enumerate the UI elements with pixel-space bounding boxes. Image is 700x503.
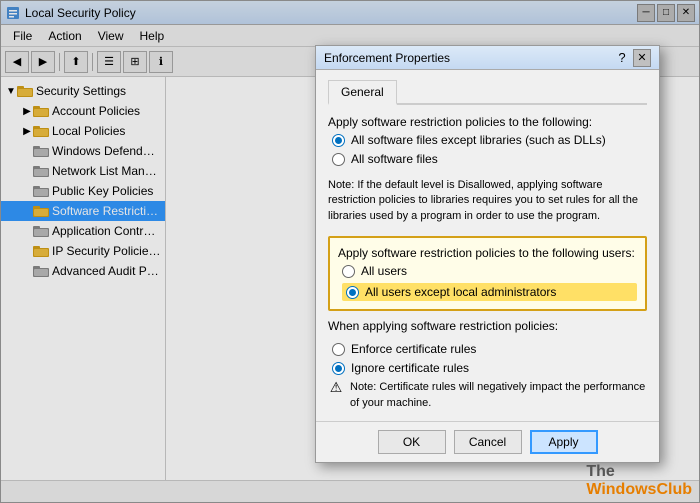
dialog-close-button[interactable]: ✕	[633, 49, 651, 67]
warning-icon: ⚠	[328, 380, 344, 396]
cert-warning-text: Note: Certificate rules will negatively …	[350, 380, 647, 411]
radio-all-except-admins-input[interactable]	[346, 286, 359, 299]
radio-all-except-admins[interactable]: All users except local administrators	[342, 283, 637, 301]
radio-ignore-cert-label: Ignore certificate rules	[351, 361, 469, 375]
radio-all-except-libraries-input[interactable]	[332, 134, 345, 147]
cert-warning: ⚠ Note: Certificate rules will negativel…	[328, 380, 647, 411]
dialog-title: Enforcement Properties	[324, 51, 613, 65]
cert-radio-group: Enforce certificate rules Ignore certifi…	[328, 342, 647, 375]
radio-all-except-admins-label: All users except local administrators	[365, 285, 556, 299]
apply-button[interactable]: Apply	[530, 430, 598, 454]
dialog-title-bar: Enforcement Properties ? ✕	[316, 46, 659, 70]
apply-files-label: Apply software restriction policies to t…	[328, 115, 647, 129]
radio-enforce-cert-label: Enforce certificate rules	[351, 342, 476, 356]
ok-button[interactable]: OK	[378, 430, 446, 454]
dialog-enforcement-properties: Enforcement Properties ? ✕ General Apply…	[315, 45, 660, 463]
cert-section-label: When applying software restriction polic…	[328, 319, 647, 333]
dialog-body: General Apply software restriction polic…	[316, 70, 659, 421]
modal-overlay: Enforcement Properties ? ✕ General Apply…	[0, 0, 700, 503]
tab-general[interactable]: General	[328, 80, 397, 105]
cert-section: When applying software restriction polic…	[328, 319, 647, 411]
cancel-button[interactable]: Cancel	[454, 430, 522, 454]
radio-enforce-cert-input[interactable]	[332, 343, 345, 356]
apply-users-section: Apply software restriction policies to t…	[328, 236, 647, 311]
radio-ignore-cert-input[interactable]	[332, 362, 345, 375]
radio-all-users-label: All users	[361, 264, 407, 278]
radio-all-except-libraries[interactable]: All software files except libraries (suc…	[332, 133, 647, 147]
libraries-note: Note: If the default level is Disallowed…	[328, 174, 647, 228]
radio-all-software[interactable]: All software files	[332, 152, 647, 166]
apply-users-radio-group: All users All users except local adminis…	[338, 264, 637, 301]
dialog-help-button[interactable]: ?	[613, 49, 631, 67]
radio-enforce-cert[interactable]: Enforce certificate rules	[332, 342, 647, 356]
tab-bar: General	[328, 80, 647, 105]
radio-all-users[interactable]: All users	[342, 264, 637, 278]
radio-all-software-input[interactable]	[332, 153, 345, 166]
radio-all-software-label: All software files	[351, 152, 438, 166]
radio-all-except-libraries-label: All software files except libraries (suc…	[351, 133, 606, 147]
apply-files-radio-group: All software files except libraries (suc…	[328, 133, 647, 166]
apply-files-section: Apply software restriction policies to t…	[328, 115, 647, 166]
dialog-footer: OK Cancel Apply	[316, 421, 659, 462]
apply-users-label: Apply software restriction policies to t…	[338, 246, 637, 260]
radio-ignore-cert[interactable]: Ignore certificate rules	[332, 361, 647, 375]
radio-all-users-input[interactable]	[342, 265, 355, 278]
